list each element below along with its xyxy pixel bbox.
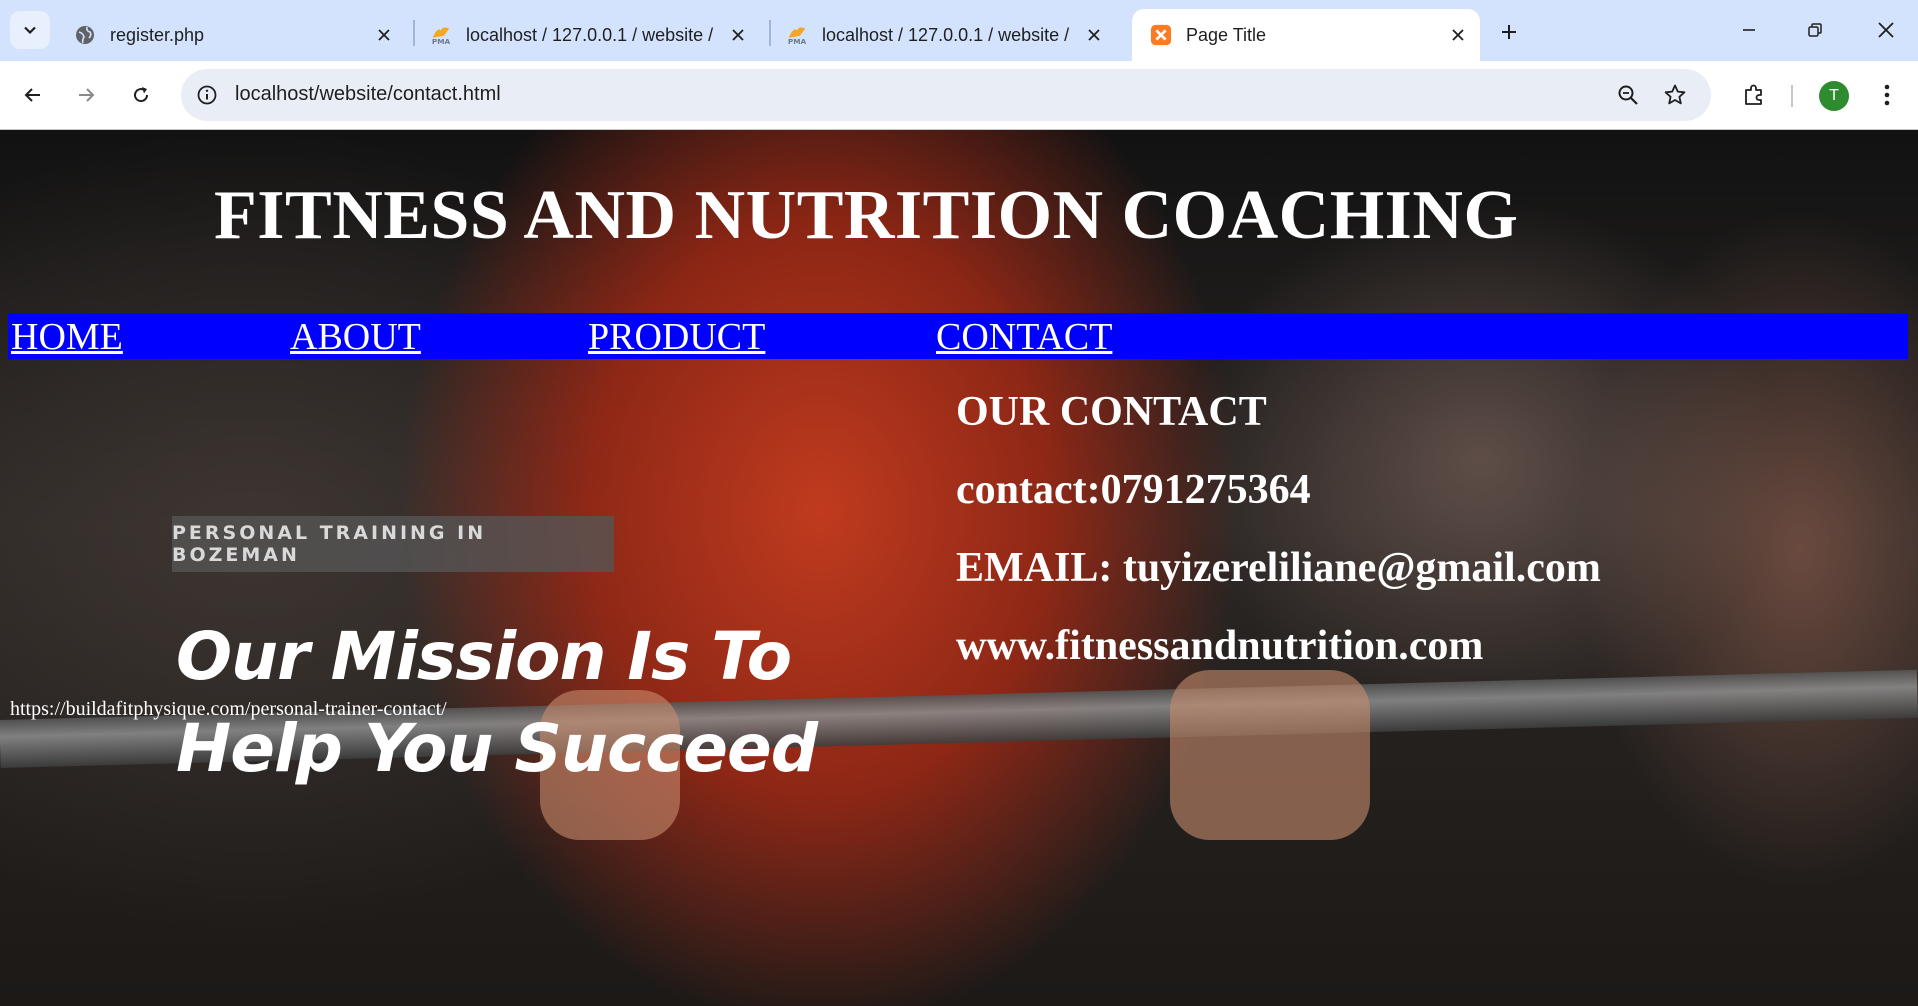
mission-line-2: Help You Succeed xyxy=(176,710,818,787)
minimize-icon xyxy=(1743,29,1755,31)
reload-icon xyxy=(134,87,149,103)
address-bar[interactable]: localhost/website/contact.html xyxy=(181,69,1711,121)
kebab-menu-icon xyxy=(1884,84,1890,106)
new-tab-button[interactable] xyxy=(1494,17,1524,47)
chevron-down-icon xyxy=(24,26,36,35)
tab-search-button[interactable] xyxy=(10,11,50,49)
phpmyadmin-icon: PMA xyxy=(786,24,808,46)
image-badge: PERSONAL TRAINING IN BOZEMAN xyxy=(172,516,614,572)
profile-avatar[interactable]: T xyxy=(1819,81,1849,111)
page-viewport: FITNESS AND NUTRITION COACHING HOME ABOU… xyxy=(0,130,1918,1006)
back-button[interactable] xyxy=(15,77,51,113)
forward-button[interactable] xyxy=(68,77,104,113)
phpmyadmin-icon: PMA xyxy=(430,24,452,46)
contact-phone: contact:0791275364 xyxy=(956,467,1311,513)
nav-link-home[interactable]: HOME xyxy=(11,315,123,359)
close-icon[interactable] xyxy=(372,23,396,47)
bookmark-star-icon[interactable] xyxy=(1662,82,1688,108)
extensions-button[interactable] xyxy=(1736,77,1772,113)
main-nav: HOME ABOUT PRODUCT CONTACT xyxy=(8,313,1908,359)
menu-button[interactable] xyxy=(1869,77,1905,113)
contact-heading: OUR CONTACT xyxy=(956,389,1267,435)
arrow-right-icon xyxy=(79,88,95,102)
tab-title: localhost / 127.0.0.1 / website / xyxy=(822,24,1070,45)
site-info-icon[interactable] xyxy=(195,83,219,107)
restore-button[interactable] xyxy=(1797,14,1833,46)
puzzle-icon xyxy=(1745,84,1762,105)
site-title: FITNESS AND NUTRITION COACHING xyxy=(214,177,1519,254)
arrow-left-icon xyxy=(24,88,40,102)
tab-title: Page Title xyxy=(1186,24,1267,45)
close-icon[interactable] xyxy=(726,23,750,47)
close-icon[interactable] xyxy=(1082,23,1106,47)
close-window-button[interactable] xyxy=(1868,14,1904,46)
zoom-icon[interactable] xyxy=(1615,82,1641,108)
close-icon xyxy=(1878,22,1894,38)
background-hand-right xyxy=(1170,670,1370,840)
reload-button[interactable] xyxy=(123,77,159,113)
nav-link-product[interactable]: PRODUCT xyxy=(588,315,765,359)
nav-link-contact[interactable]: CONTACT xyxy=(936,315,1112,359)
plus-icon xyxy=(1502,25,1516,39)
tab-title: localhost / 127.0.0.1 / website / xyxy=(466,24,714,45)
tab-page-title[interactable]: Page Title xyxy=(1132,9,1480,61)
xampp-icon xyxy=(1150,24,1172,46)
tab-register[interactable]: register.php xyxy=(56,9,406,61)
tab-phpmyadmin-1[interactable]: PMA localhost / 127.0.0.1 / website / xyxy=(412,9,760,61)
browser-toolbar: localhost/website/contact.html T xyxy=(0,61,1918,130)
minimize-button[interactable] xyxy=(1731,14,1767,46)
svg-text:PMA: PMA xyxy=(432,37,451,46)
restore-icon xyxy=(1808,23,1822,37)
toolbar-divider xyxy=(1791,85,1793,107)
svg-text:PMA: PMA xyxy=(788,37,807,46)
contact-email: EMAIL: tuyizereliliane@gmail.com xyxy=(956,545,1601,591)
close-icon[interactable] xyxy=(1446,23,1470,47)
mission-line-1: Our Mission Is To xyxy=(176,618,792,695)
contact-website: www.fitnessandnutrition.com xyxy=(956,623,1484,669)
nav-link-about[interactable]: ABOUT xyxy=(290,315,421,359)
tab-phpmyadmin-2[interactable]: PMA localhost / 127.0.0.1 / website / xyxy=(768,9,1116,61)
globe-icon xyxy=(74,24,96,46)
tab-title: register.php xyxy=(110,24,205,45)
tab-strip: register.php PMA localhost / 127.0.0.1 /… xyxy=(0,0,1918,61)
address-url[interactable]: localhost/website/contact.html xyxy=(235,83,501,106)
